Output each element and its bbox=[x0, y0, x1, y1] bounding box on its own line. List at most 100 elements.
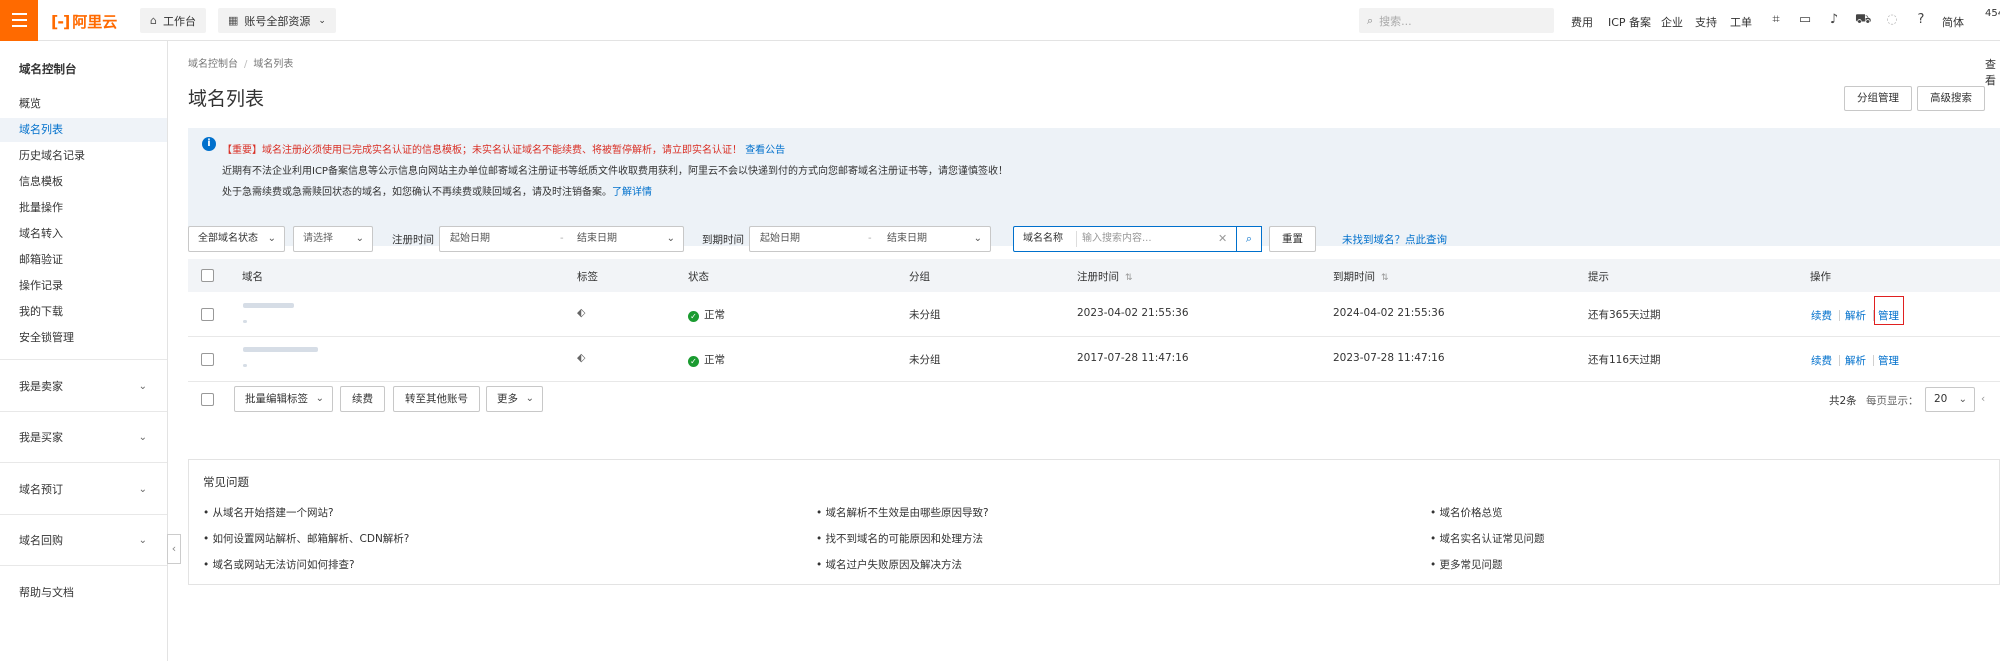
bell-icon[interactable]: ♪ bbox=[1826, 12, 1842, 27]
chevron-down-icon: ⌄ bbox=[318, 15, 326, 26]
notice-line-3-text: 处于急需续费或急需赎回状态的域名，如您确认不再续费或赎回域名，请及时注销备案。 bbox=[222, 187, 612, 198]
notice-announcement-link[interactable]: 查看公告 bbox=[745, 145, 785, 156]
link-billing[interactable]: 费用 bbox=[1571, 14, 1593, 30]
faq-link[interactable]: • 从域名开始搭建一个网站? bbox=[203, 505, 334, 520]
sidebar-group-seller[interactable]: 我是卖家 ⌄ bbox=[0, 367, 167, 407]
sidebar: 域名控制台 概览 域名列表 历史域名记录 信息模板 批量操作 域名转入 邮箱验证… bbox=[0, 41, 168, 661]
faq-link[interactable]: • 域名价格总览 bbox=[1430, 505, 1503, 520]
sidebar-item-overview[interactable]: 概览 bbox=[0, 92, 167, 116]
brand-logo[interactable]: [-] 阿里云 bbox=[51, 11, 117, 31]
faq-link[interactable]: • 如何设置网站解析、邮箱解析、CDN解析? bbox=[203, 531, 409, 546]
transfer-account-button[interactable]: 转至其他账号 bbox=[393, 386, 480, 412]
choose-select[interactable]: 请选择 ⌄ bbox=[293, 226, 373, 252]
breadcrumb-console[interactable]: 域名控制台 bbox=[188, 59, 238, 70]
sidebar-item-downloads[interactable]: 我的下载 bbox=[0, 300, 167, 324]
select-all-checkbox[interactable] bbox=[201, 269, 214, 282]
domain-name-redacted[interactable] bbox=[243, 347, 318, 352]
col-expire-time[interactable]: 到期时间 ⇅ bbox=[1333, 269, 1389, 284]
breadcrumb: 域名控制台 / 域名列表 bbox=[188, 55, 293, 70]
bulk-tag-select[interactable]: 批量编辑标签 ⌄ bbox=[234, 386, 333, 412]
terminal-icon[interactable]: ▭ bbox=[1797, 12, 1813, 27]
expire-date-range[interactable]: 起始日期 - 结束日期 ⌄ bbox=[749, 226, 991, 252]
bulk-renew-button[interactable]: 续费 bbox=[340, 386, 385, 412]
range-dash: - bbox=[560, 233, 564, 244]
renew-link[interactable]: 续费 bbox=[1811, 353, 1832, 368]
faq-link[interactable]: • 域名或网站无法访问如何排查? bbox=[203, 557, 355, 572]
link-ticket[interactable]: 工单 bbox=[1730, 14, 1752, 30]
link-support[interactable]: 支持 bbox=[1695, 14, 1717, 30]
help-icon[interactable]: ? bbox=[1913, 12, 1929, 27]
divider bbox=[0, 359, 167, 360]
view-link[interactable]: 查看 bbox=[1985, 56, 2000, 88]
expire-time-label: 到期时间 bbox=[702, 234, 744, 246]
advanced-search-button[interactable]: 高级搜索 bbox=[1917, 86, 1985, 111]
range-dash: - bbox=[868, 233, 872, 244]
sidebar-item-transfer-in[interactable]: 域名转入 bbox=[0, 222, 167, 246]
resource-scope-select[interactable]: ▦ 账号全部资源 ⌄ bbox=[218, 8, 336, 33]
dns-link[interactable]: 解析 bbox=[1845, 308, 1866, 323]
group-manage-button[interactable]: 分组管理 bbox=[1844, 86, 1912, 111]
sidebar-item-help[interactable]: 帮助与文档 bbox=[0, 581, 167, 605]
domain-name-redacted[interactable] bbox=[243, 303, 294, 308]
col-tip: 提示 bbox=[1588, 271, 1609, 283]
sidebar-item-op-log[interactable]: 操作记录 bbox=[0, 274, 167, 298]
sidebar-collapse-button[interactable]: ‹ bbox=[167, 534, 181, 564]
col-actions: 操作 bbox=[1810, 271, 1831, 283]
chevron-down-icon: ⌄ bbox=[138, 432, 147, 443]
chevron-down-icon: ⌄ bbox=[138, 535, 147, 546]
sidebar-group-buyback[interactable]: 域名回购 ⌄ bbox=[0, 521, 167, 561]
tag-icon[interactable]: ⬖ bbox=[577, 351, 585, 364]
faq-link[interactable]: • 域名解析不生效是由哪些原因导致? bbox=[816, 505, 989, 520]
console-icon[interactable]: ⌗ bbox=[1768, 12, 1784, 27]
menu-icon[interactable] bbox=[0, 0, 38, 41]
prev-page-icon[interactable]: ‹ bbox=[1981, 393, 1985, 405]
domain-status-select[interactable]: 全部域名状态 ⌄ bbox=[188, 226, 285, 252]
sidebar-item-email-verify[interactable]: 邮箱验证 bbox=[0, 248, 167, 272]
sidebar-item-templates[interactable]: 信息模板 bbox=[0, 170, 167, 194]
row-checkbox[interactable] bbox=[201, 308, 214, 321]
link-icp[interactable]: ICP 备案 bbox=[1608, 14, 1651, 30]
divider bbox=[0, 462, 167, 463]
search-icon[interactable]: ⌕ bbox=[1236, 226, 1262, 252]
col-reg-time[interactable]: 注册时间 ⇅ bbox=[1077, 269, 1133, 284]
global-search-input[interactable]: ⌕ 搜索... bbox=[1359, 8, 1554, 33]
per-page-select[interactable]: 20 ⌄ bbox=[1925, 387, 1975, 412]
faq-panel: 常见问题 • 从域名开始搭建一个网站? • 如何设置网站解析、邮箱解析、CDN解… bbox=[188, 459, 2000, 585]
cart-icon[interactable]: ⛟ bbox=[1855, 12, 1871, 29]
reg-date-range[interactable]: 起始日期 - 结束日期 ⌄ bbox=[439, 226, 684, 252]
sidebar-item-domain-list[interactable]: 域名列表 bbox=[0, 118, 167, 142]
renew-link[interactable]: 续费 bbox=[1811, 308, 1832, 323]
reset-button[interactable]: 重置 bbox=[1269, 226, 1316, 252]
sidebar-item-history[interactable]: 历史域名记录 bbox=[0, 144, 167, 168]
lightbulb-icon[interactable]: ◌ bbox=[1884, 12, 1900, 27]
search-key-select[interactable]: 域名名称 bbox=[1023, 227, 1063, 251]
language-switch[interactable]: 简体 bbox=[1942, 14, 1964, 30]
sidebar-item-security-lock[interactable]: 安全锁管理 bbox=[0, 326, 167, 350]
notice-details-link[interactable]: 了解详情 bbox=[612, 187, 652, 198]
faq-link[interactable]: • 域名过户失败原因及解决方法 bbox=[816, 557, 962, 572]
clear-icon[interactable]: ✕ bbox=[1218, 227, 1227, 251]
row-checkbox[interactable] bbox=[201, 353, 214, 366]
tag-icon[interactable]: ⬖ bbox=[577, 306, 585, 319]
domain-search-input[interactable]: 域名名称 输入搜索内容... ✕ ⌕ bbox=[1013, 226, 1262, 252]
faq-link[interactable]: • 找不到域名的可能原因和处理方法 bbox=[816, 531, 983, 546]
faq-link[interactable]: • 更多常见问题 bbox=[1430, 557, 1503, 572]
divider bbox=[1076, 231, 1077, 247]
col-status: 状态 bbox=[688, 271, 709, 283]
divider bbox=[1839, 355, 1840, 366]
not-found-query-link[interactable]: 未找到域名？点此查询 bbox=[1342, 232, 1447, 247]
domain-subtext-redacted bbox=[243, 364, 247, 367]
account-menu[interactable]: 454 bbox=[1985, 8, 2000, 19]
more-select[interactable]: 更多 ⌄ bbox=[486, 386, 543, 412]
search-icon: ⌕ bbox=[1367, 13, 1374, 27]
manage-link[interactable]: 管理 bbox=[1878, 353, 1899, 368]
sidebar-item-batch[interactable]: 批量操作 bbox=[0, 196, 167, 220]
sidebar-group-reserve[interactable]: 域名预订 ⌄ bbox=[0, 470, 167, 510]
faq-link[interactable]: • 域名实名认证常见问题 bbox=[1430, 531, 1545, 546]
workbench-button[interactable]: ⌂ 工作台 bbox=[140, 8, 206, 33]
group-label: 域名回购 bbox=[19, 534, 63, 547]
dns-link[interactable]: 解析 bbox=[1845, 353, 1866, 368]
link-enterprise[interactable]: 企业 bbox=[1661, 14, 1683, 30]
bulk-select-checkbox[interactable] bbox=[201, 393, 214, 406]
sidebar-group-buyer[interactable]: 我是买家 ⌄ bbox=[0, 418, 167, 458]
